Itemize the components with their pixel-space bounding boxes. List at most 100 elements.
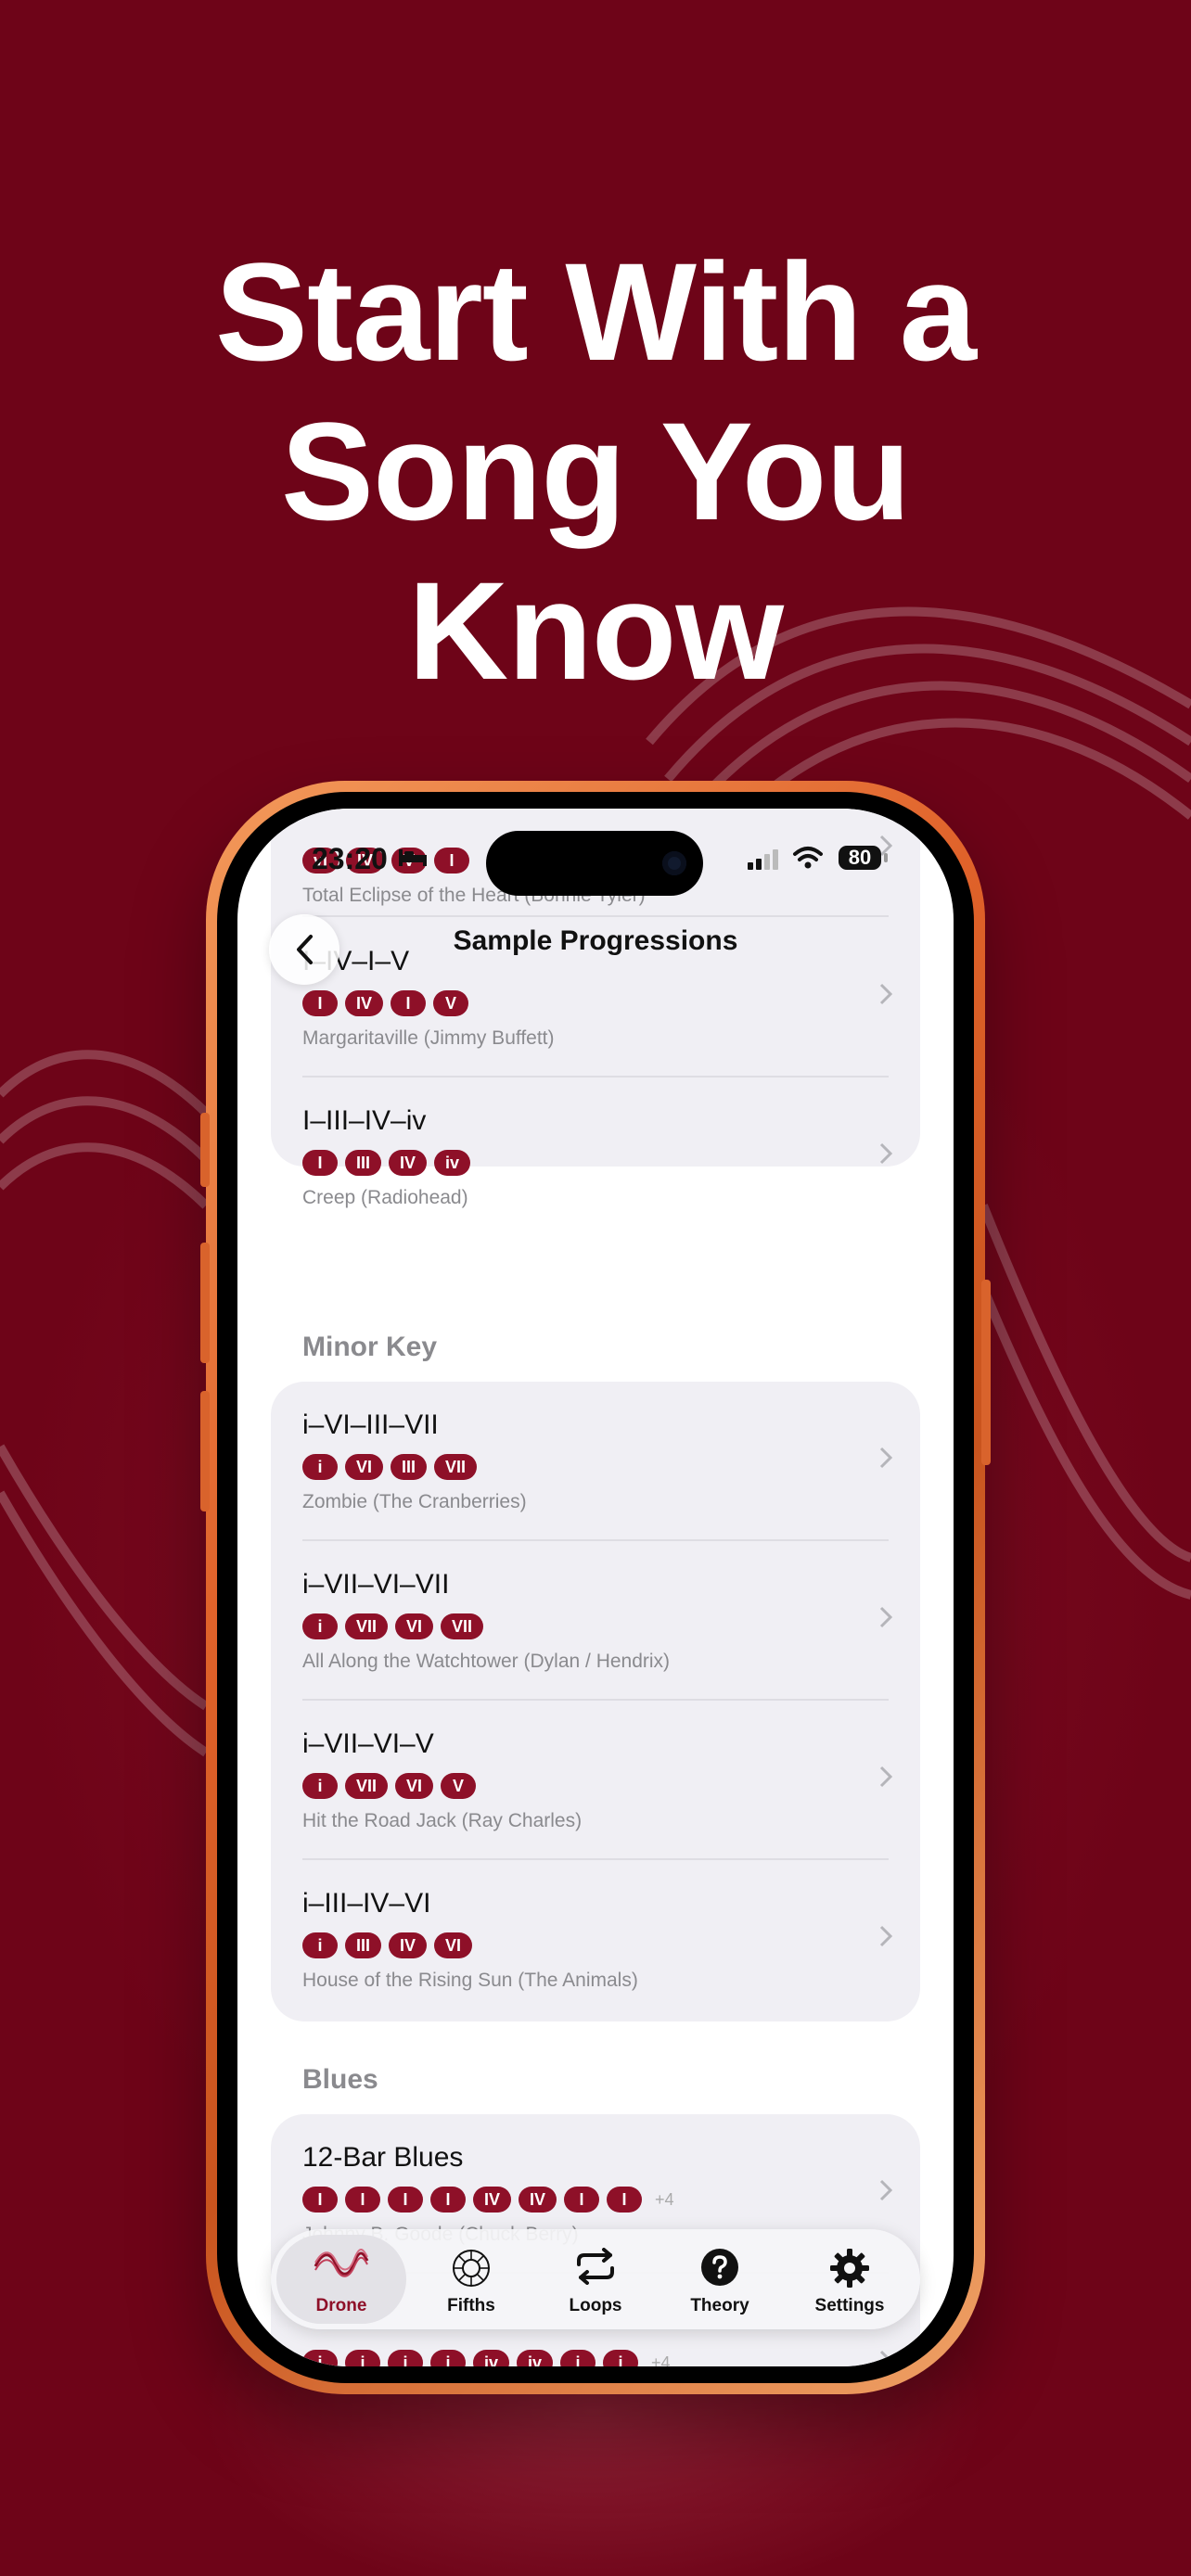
list-item[interactable]: i–VI–III–VII i VI III VII Zombie (The Cr… xyxy=(271,1382,920,1541)
chip-row: I IV I V xyxy=(302,990,469,1016)
chevron-right-icon xyxy=(879,1925,892,1947)
phone-screen: vi IV V I Total Eclipse of the Heart (Bo… xyxy=(237,809,954,2366)
tab-bar: Drone Fifths Loops Theory Settings xyxy=(271,2229,920,2329)
chord-chip: I xyxy=(391,990,427,1016)
chord-chip: V xyxy=(441,1773,477,1799)
chord-chip: iv xyxy=(434,1150,471,1176)
chord-chip: i xyxy=(603,2350,639,2366)
chord-chip: I xyxy=(345,2187,380,2213)
chord-chip: VII xyxy=(345,1773,389,1799)
chord-chip: III xyxy=(391,1454,428,1480)
cellular-signal-icon xyxy=(748,849,778,870)
chord-chip: i xyxy=(302,1773,338,1799)
chord-chip: i xyxy=(302,1932,338,1958)
chevron-right-icon xyxy=(879,1142,892,1165)
chord-chip: i xyxy=(345,2350,380,2366)
chord-chip: VI xyxy=(395,1613,434,1639)
list-item[interactable]: i–VII–VI–VII i VII VI VII All Along the … xyxy=(271,1541,920,1701)
minor-card: i–VI–III–VII i VI III VII Zombie (The Cr… xyxy=(271,1382,920,2021)
chevron-right-icon xyxy=(879,1766,892,1788)
chord-chip: III xyxy=(345,1150,382,1176)
chord-chip: i xyxy=(560,2350,596,2366)
chord-chip: I xyxy=(564,2187,600,2213)
chevron-left-icon xyxy=(297,935,313,964)
tab-loops[interactable]: Loops xyxy=(531,2235,660,2324)
progression-title: i–VII–VI–V xyxy=(302,1728,434,1759)
chord-chip: iv xyxy=(517,2350,554,2366)
list-item[interactable]: I–III–IV–iv I III IV iv Creep (Radiohead… xyxy=(271,1078,920,1237)
chord-chip: I xyxy=(388,2187,423,2213)
chip-row: I I I I IV IV I I +4 xyxy=(302,2187,674,2213)
status-time: 23:20 xyxy=(312,842,388,875)
headline-line-2: Song You xyxy=(280,393,911,549)
battery-level: 80 xyxy=(839,846,881,870)
chevron-right-icon xyxy=(879,1606,892,1628)
chord-chip: III xyxy=(345,1932,382,1958)
chord-chip: IV xyxy=(519,2187,557,2213)
song-subtitle: Margaritaville (Jimmy Buffett) xyxy=(302,1027,555,1049)
chord-chip: VII xyxy=(345,1613,389,1639)
camera-lens xyxy=(662,851,686,875)
progression-title: I–III–IV–iv xyxy=(302,1105,427,1136)
song-subtitle: Creep (Radiohead) xyxy=(302,1187,468,1208)
dynamic-island xyxy=(486,831,703,896)
chevron-right-icon xyxy=(879,2179,892,2201)
sleep-bed-icon xyxy=(399,849,427,866)
song-subtitle: House of the Rising Sun (The Animals) xyxy=(302,1970,638,1991)
navigation-bar: Sample Progressions xyxy=(237,901,954,985)
chord-chip: VII xyxy=(441,1613,484,1639)
section-header-minor: Minor Key xyxy=(302,1332,438,1362)
song-subtitle: All Along the Watchtower (Dylan / Hendri… xyxy=(302,1651,671,1672)
chord-chip: i xyxy=(302,2350,338,2366)
phone-volume-up-button xyxy=(200,1243,210,1363)
tab-settings[interactable]: Settings xyxy=(785,2235,915,2324)
chord-chip: VII xyxy=(434,1454,478,1480)
chip-row: i VII VI VII xyxy=(302,1613,484,1639)
tab-label: Drone xyxy=(315,2296,367,2315)
chip-row: I III IV iv xyxy=(302,1150,471,1176)
chord-chip: IV xyxy=(345,990,384,1016)
chord-chip: VI xyxy=(395,1773,434,1799)
tab-theory[interactable]: Theory xyxy=(655,2235,785,2324)
chord-chip: IV xyxy=(389,1932,428,1958)
chord-chip: I xyxy=(302,2187,338,2213)
headline-line-3: Know xyxy=(407,553,784,708)
phone-action-button xyxy=(200,1113,210,1187)
chip-row: i VII VI V xyxy=(302,1773,477,1799)
headline-line-1: Start With a xyxy=(214,234,977,389)
repeat-icon xyxy=(577,2248,614,2285)
tab-drone[interactable]: Drone xyxy=(276,2235,406,2324)
chord-chip: IV xyxy=(473,2187,512,2213)
phone-volume-down-button xyxy=(200,1391,210,1511)
tab-fifths[interactable]: Fifths xyxy=(406,2235,536,2324)
drone-wave-icon xyxy=(314,2249,369,2277)
chord-chip: VI xyxy=(434,1932,473,1958)
chip-row: i i i i iv iv i i +4 xyxy=(302,2350,671,2366)
progressions-list[interactable]: vi IV V I Total Eclipse of the Heart (Bo… xyxy=(237,809,954,2366)
chip-row: i VI III VII xyxy=(302,1454,478,1480)
circle-of-fifths-icon xyxy=(453,2250,490,2287)
chevron-right-icon xyxy=(879,1447,892,1469)
chevron-right-icon xyxy=(879,2350,892,2366)
chord-chip: i xyxy=(388,2350,423,2366)
chord-chip: I xyxy=(302,990,338,1016)
wifi-icon xyxy=(793,847,823,869)
page-title: Sample Progressions xyxy=(453,925,738,956)
tab-label: Fifths xyxy=(447,2296,495,2315)
chord-chip: I xyxy=(607,2187,643,2213)
chord-chip: I xyxy=(430,2187,466,2213)
progression-title: 12-Bar Blues xyxy=(302,2142,464,2173)
back-button[interactable] xyxy=(269,914,339,985)
question-circle-icon xyxy=(701,2249,738,2286)
progression-title: i–VII–VI–VII xyxy=(302,1569,450,1600)
more-chords-count: +4 xyxy=(655,2189,674,2209)
chord-chip: VI xyxy=(345,1454,384,1480)
chord-chip: i xyxy=(430,2350,466,2366)
progression-title: i–VI–III–VII xyxy=(302,1409,439,1440)
chevron-right-icon xyxy=(879,983,892,1005)
song-subtitle: Zombie (The Cranberries) xyxy=(302,1491,527,1512)
list-item[interactable]: i–VII–VI–V i VII VI V Hit the Road Jack … xyxy=(271,1701,920,1860)
chord-chip: I xyxy=(302,1150,338,1176)
list-item[interactable]: i–III–IV–VI i III IV VI House of the Ris… xyxy=(271,1860,920,2020)
chord-chip: V xyxy=(433,990,469,1016)
